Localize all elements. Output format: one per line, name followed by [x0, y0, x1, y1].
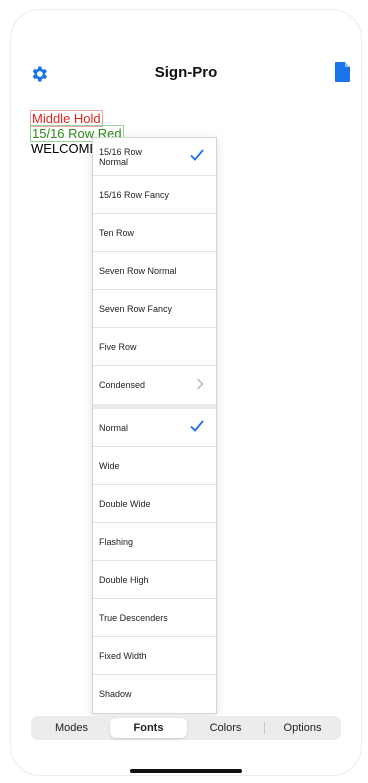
- menu-item-wide[interactable]: Wide: [93, 447, 216, 485]
- menu-item-label: True Descenders: [99, 612, 168, 623]
- menu-item-label: Five Row: [99, 341, 137, 352]
- page-title: Sign-Pro: [154, 64, 218, 81]
- menu-item-15-16-row-fancy[interactable]: 15/16 Row Fancy: [93, 176, 216, 214]
- segmented-control: Modes Fonts Colors Options: [31, 716, 341, 740]
- home-indicator: [130, 769, 242, 773]
- menu-item-condensed[interactable]: Condensed: [93, 366, 216, 404]
- menu-item-label: 15/16 Row Normal: [99, 146, 143, 167]
- menu-item-normal[interactable]: Normal: [93, 409, 216, 447]
- menu-item-seven-row-fancy[interactable]: Seven Row Fancy: [93, 290, 216, 328]
- menu-item-flashing[interactable]: Flashing: [93, 523, 216, 561]
- checkmark-icon: [190, 149, 204, 161]
- tab-fonts[interactable]: Fonts: [110, 718, 187, 738]
- document-icon[interactable]: [335, 62, 351, 82]
- menu-item-label: 15/16 Row Fancy: [99, 189, 170, 200]
- tab-options[interactable]: Options: [264, 718, 341, 738]
- menu-item-15-16-row-normal[interactable]: 15/16 Row Normal: [93, 138, 216, 176]
- phone-frame: Sign-Pro Middle Hold 15/16 Row Red WELCO…: [10, 9, 362, 776]
- menu-item-label: Seven Row Fancy: [99, 303, 173, 314]
- menu-item-label: Ten Row: [99, 227, 135, 238]
- menu-item-double-wide[interactable]: Double Wide: [93, 485, 216, 523]
- menu-item-label: Double High: [99, 574, 149, 585]
- menu-item-five-row[interactable]: Five Row: [93, 328, 216, 366]
- menu-item-seven-row-normal[interactable]: Seven Row Normal: [93, 252, 216, 290]
- menu-item-label: Double Wide: [99, 498, 151, 509]
- menu-item-ten-row[interactable]: Ten Row: [93, 214, 216, 252]
- menu-item-true-descenders[interactable]: True Descenders: [93, 599, 216, 637]
- menu-item-label: Flashing: [99, 536, 134, 547]
- navigation-bar: Sign-Pro: [11, 54, 361, 94]
- tab-colors[interactable]: Colors: [187, 718, 264, 738]
- menu-item-fixed-width[interactable]: Fixed Width: [93, 637, 216, 675]
- chevron-right-icon: [197, 378, 204, 390]
- menu-item-label: Shadow: [99, 689, 132, 699]
- menu-item-shadow[interactable]: Shadow: [93, 675, 216, 713]
- sign-line-1[interactable]: Middle Hold: [30, 110, 103, 127]
- menu-item-label: Normal: [99, 422, 129, 433]
- menu-item-label: Wide: [99, 460, 120, 471]
- fonts-popup-menu: 15/16 Row Normal 15/16 Row Fancy Ten Row…: [92, 137, 217, 714]
- menu-item-label: Seven Row Normal: [99, 265, 177, 276]
- checkmark-icon: [190, 420, 204, 432]
- tab-modes[interactable]: Modes: [33, 718, 110, 738]
- menu-item-label: Fixed Width: [99, 650, 147, 661]
- menu-item-double-high[interactable]: Double High: [93, 561, 216, 599]
- menu-item-label: Condensed: [99, 380, 146, 390]
